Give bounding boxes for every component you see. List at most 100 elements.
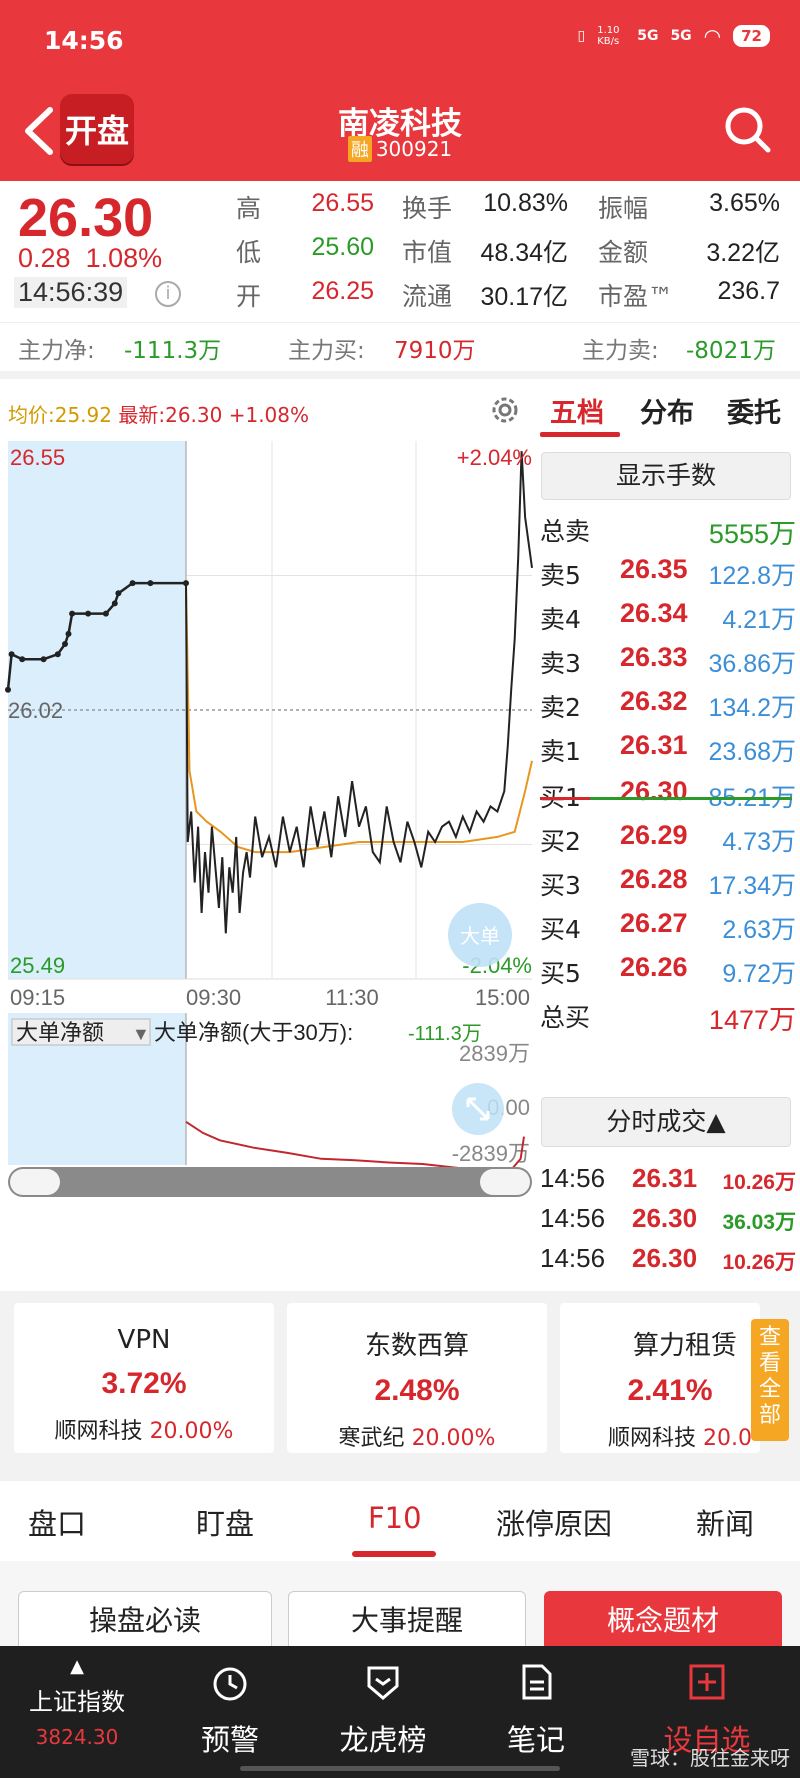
tab-wudang[interactable]: 五档 [550, 391, 604, 430]
change-pct: 1.08% [85, 243, 163, 273]
order-book-row[interactable]: 卖5 26.35 122.8万 [540, 548, 798, 596]
latest-price-label: 最新:26.30 [118, 403, 223, 427]
order-book-row[interactable]: 卖1 26.31 23.68万 [540, 724, 798, 772]
concept-leader: 顺网科技 [608, 1426, 697, 1451]
trade-volume: 36.03万 [722, 1211, 796, 1234]
x-tick-label: 09:15 [10, 985, 65, 1010]
auction-price-point [111, 600, 118, 607]
order-book-row[interactable]: 总买 1477万 [540, 990, 798, 1038]
auction-price-point [129, 580, 136, 587]
intraday-chart[interactable]: 26.5526.0225.49+2.04%-2.04%09:15 09:30 11:… [0, 439, 540, 1299]
nav-notes[interactable]: 笔记 [496, 1662, 576, 1759]
trade-volume: 10.26万 [722, 1171, 796, 1194]
ob-price: 26.26 [620, 952, 688, 982]
show-qty-button[interactable]: 显示手数 [541, 452, 791, 500]
big-order-bubble[interactable]: 大单 [448, 903, 512, 967]
order-book-row[interactable]: 总卖 5555万 [540, 504, 798, 552]
ob-volume: 2.63万 [722, 916, 796, 944]
index-ticker[interactable]: ▲ 上证指数 3824.30 [22, 1656, 132, 1749]
big-order-selector-label: 大单净额 [16, 1020, 104, 1045]
main-sell-label: 主力卖: [582, 338, 659, 364]
main-buy-value: 7910万 [394, 338, 476, 364]
concept-leader-pct: 20.00% [149, 1419, 234, 1444]
tab-limit-up-reason[interactable]: 涨停原因 [496, 1501, 612, 1543]
scrollbar-handle-left[interactable] [10, 1169, 60, 1195]
app-header: 14:56 ▯ 1.10 KB/s 5G 5G ◠ 72 开盘 南凌科技 融 30… [0, 0, 800, 181]
nav-alert-label: 预警 [200, 1723, 259, 1757]
search-icon[interactable] [722, 104, 774, 156]
nav-dragon-tiger-label: 龙虎榜 [339, 1723, 427, 1757]
view-all-button[interactable]: 查看全部 [751, 1319, 789, 1441]
trade-price: 26.31 [632, 1163, 698, 1193]
info-icon[interactable]: i [155, 281, 181, 307]
ob-label: 总卖 [540, 517, 591, 546]
chart-scrollbar[interactable] [8, 1167, 532, 1197]
dropdown-caret-icon: ▼ [132, 1024, 150, 1044]
concept-card[interactable]: 算力租赁 2.41% 顺网科技 20.0 [560, 1303, 760, 1453]
quote-label: 开 [236, 282, 262, 311]
zoom-bubble[interactable] [452, 1083, 504, 1135]
trade-time: 14:56 [540, 1203, 606, 1233]
price-change: 0.28 1.08% [18, 243, 162, 274]
tab-active-indicator [352, 1551, 436, 1557]
ob-volume: 17.34万 [708, 872, 796, 900]
bottom-nav: ▲ 上证指数 3824.30 预警 龙虎榜 笔记 设自选 雪球：股往金来呀 [0, 1646, 800, 1778]
concept-leader: 顺网科技 [54, 1419, 143, 1444]
tab-dingpan[interactable]: 盯盘 [196, 1501, 254, 1543]
tab-news[interactable]: 新闻 [696, 1501, 754, 1543]
ob-volume: 85.21万 [708, 784, 796, 812]
scrollbar-handle-right[interactable] [480, 1169, 530, 1195]
shield-icon [367, 1666, 399, 1700]
quote-value: 30.17亿 [480, 283, 568, 311]
concept-pct: 2.41% [627, 1374, 713, 1407]
main-net-label: 主力净: [18, 338, 95, 364]
auction-price-point [85, 610, 92, 617]
ob-volume: 36.86万 [708, 650, 796, 678]
price-line [185, 451, 533, 934]
auction-price-point [65, 630, 72, 637]
nav-alert[interactable]: 预警 [190, 1662, 270, 1759]
ob-volume: 9.72万 [722, 960, 796, 988]
main-force-row: 主力净: -111.3万 主力买: 7910万 主力卖: -8021万 [0, 322, 800, 364]
order-book-row[interactable]: 卖2 26.32 134.2万 [540, 680, 798, 728]
concept-card[interactable]: 东数西算 2.48% 寒武纪 20.00% [287, 1303, 547, 1453]
tab-fenbu[interactable]: 分布 [640, 391, 694, 430]
order-book-row[interactable]: 买1 26.30 85.21万 [540, 770, 798, 818]
tab-pankou[interactable]: 盘口 [28, 1501, 86, 1543]
latest-pct-label: +1.08% [228, 403, 310, 427]
order-book-row[interactable]: 买3 26.28 17.34万 [540, 858, 798, 906]
quote-value: 25.60 [311, 233, 374, 261]
tab-f10[interactable]: F10 [368, 1501, 422, 1535]
quote-label: 低 [236, 238, 262, 267]
nav-dragon-tiger[interactable]: 龙虎榜 [328, 1662, 438, 1759]
concept-card[interactable]: VPN 3.72% 顺网科技 20.00% [14, 1303, 274, 1453]
ob-price: 26.30 [620, 776, 688, 806]
tab-active-indicator [540, 432, 620, 437]
tab-weituo[interactable]: 委托 [727, 391, 781, 430]
event-reminder-button[interactable]: 大事提醒 [288, 1591, 526, 1651]
operation-guide-button[interactable]: 操盘必读 [18, 1591, 272, 1651]
order-book-row[interactable]: 卖3 26.33 36.86万 [540, 636, 798, 684]
concept-theme-button[interactable]: 概念题材 [544, 1591, 782, 1651]
order-book-row[interactable]: 买2 26.29 4.73万 [540, 814, 798, 862]
clock-icon [213, 1667, 247, 1701]
signal-1: 5G [637, 28, 659, 44]
ob-volume: 4.21万 [722, 606, 796, 634]
order-book-row[interactable]: 卖4 26.34 4.21万 [540, 592, 798, 640]
status-time: 14:56 [44, 26, 124, 55]
tick-trade-row: 14:56 26.31 10.26万 [540, 1157, 798, 1201]
auction-price-point [54, 651, 61, 658]
order-book-row[interactable]: 买4 26.27 2.63万 [540, 902, 798, 950]
trade-volume: 10.26万 [722, 1251, 796, 1274]
quote-value: 26.25 [311, 277, 374, 305]
quote-value: 26.55 [311, 189, 374, 217]
ob-volume: 122.8万 [708, 562, 796, 590]
vibrate-icon: ▯ [577, 28, 586, 44]
tick-trades-toggle[interactable]: 分时成交▲ [541, 1097, 791, 1147]
quote-label: 换手 [402, 194, 453, 223]
settings-gear-icon[interactable] [488, 393, 522, 427]
order-book-row[interactable]: 买5 26.26 9.72万 [540, 946, 798, 994]
trade-time: 14:56 [540, 1243, 606, 1273]
ob-label: 卖3 [540, 649, 581, 678]
home-indicator[interactable] [240, 1766, 560, 1771]
